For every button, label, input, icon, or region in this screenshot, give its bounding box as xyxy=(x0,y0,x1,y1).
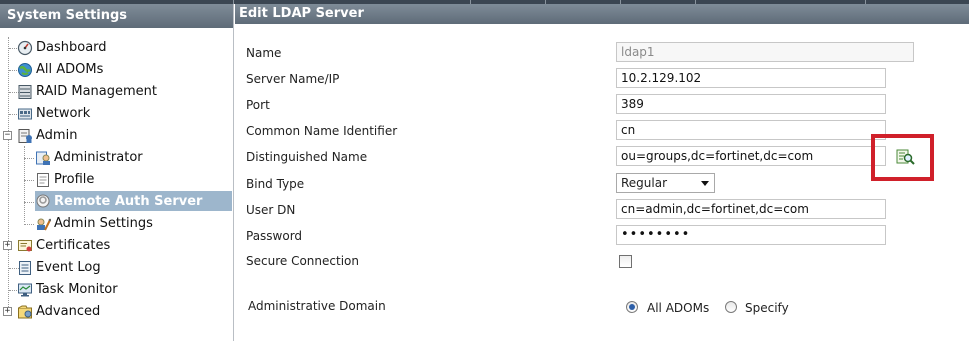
sidebar-item-administrator[interactable]: Administrator xyxy=(35,147,143,168)
sidebar-item-admin[interactable]: Admin xyxy=(17,125,77,146)
sidebar-item-all-adoms[interactable]: All ADOMs xyxy=(17,59,103,80)
event-log-icon xyxy=(17,260,33,276)
sidebar-item-label: Advanced xyxy=(36,304,101,319)
globe-icon xyxy=(17,62,33,78)
radio-specify-label: Specify xyxy=(745,301,789,315)
radio-all-adoms[interactable] xyxy=(626,301,638,313)
sidebar-item-label: Event Log xyxy=(36,260,101,275)
cn-identifier-field[interactable]: cn xyxy=(616,120,886,140)
sidebar-item-label: Dashboard xyxy=(36,40,107,55)
cn-identifier-label: Common Name Identifier xyxy=(246,124,398,138)
server-label: Server Name/IP xyxy=(246,72,340,86)
expand-certificates-toggle[interactable]: + xyxy=(3,241,12,250)
password-label: Password xyxy=(246,229,303,243)
page-title: Edit LDAP Server xyxy=(235,4,969,24)
network-icon xyxy=(17,106,33,122)
expand-advanced-toggle[interactable]: + xyxy=(3,307,12,316)
sidebar-item-label: All ADOMs xyxy=(36,62,104,77)
bind-type-value: Regular xyxy=(621,176,668,190)
sidebar-item-label: RAID Management xyxy=(36,84,158,99)
bind-type-select[interactable]: Regular xyxy=(616,173,715,193)
sidebar-item-advanced[interactable]: Advanced xyxy=(17,301,100,322)
browse-magnifier-icon xyxy=(896,148,916,169)
name-label: Name xyxy=(246,46,282,60)
password-field[interactable]: •••••••• xyxy=(616,225,886,245)
gauge-icon xyxy=(17,40,33,56)
administrator-icon xyxy=(35,150,51,166)
admin-icon xyxy=(17,128,33,144)
port-field[interactable]: 389 xyxy=(616,94,886,114)
sidebar-item-label: Task Monitor xyxy=(36,282,118,297)
name-field: ldap1 xyxy=(616,42,914,62)
sidebar-item-event-log[interactable]: Event Log xyxy=(17,257,101,278)
tree-line xyxy=(8,37,9,311)
server-name-ip-field[interactable]: 10.2.129.102 xyxy=(616,68,886,88)
sidebar-item-label: Remote Auth Server xyxy=(54,193,203,209)
collapse-admin-toggle[interactable]: − xyxy=(3,131,12,140)
sidebar-item-raid-management[interactable]: RAID Management xyxy=(17,81,157,102)
sidebar-item-label: Admin Settings xyxy=(54,216,153,231)
radio-specify[interactable] xyxy=(725,301,737,313)
sidebar-item-certificates[interactable]: Certificates xyxy=(17,235,110,256)
user-dn-field[interactable]: cn=admin,dc=fortinet,dc=com xyxy=(616,199,886,219)
admin-settings-icon xyxy=(35,216,51,232)
sidebar-item-admin-settings[interactable]: Admin Settings xyxy=(35,213,153,234)
raid-icon xyxy=(17,84,33,100)
advanced-icon xyxy=(17,304,33,320)
admin-domain-label: Administrative Domain xyxy=(248,299,386,313)
secure-connection-checkbox[interactable] xyxy=(619,255,632,268)
certificate-icon xyxy=(17,238,33,254)
edit-ldap-panel: Edit LDAP Server Name ldap1 Server Name/… xyxy=(235,4,969,341)
user-dn-label: User DN xyxy=(246,203,296,217)
bind-type-label: Bind Type xyxy=(246,177,305,191)
sidebar-item-label: Certificates xyxy=(36,238,111,253)
profile-icon xyxy=(35,172,51,188)
sidebar-title: System Settings xyxy=(0,4,233,28)
radio-all-adoms-label: All ADOMs xyxy=(647,301,710,315)
task-monitor-icon xyxy=(17,282,33,298)
chevron-down-icon xyxy=(701,181,709,186)
distinguished-name-label: Distinguished Name xyxy=(246,150,368,164)
sidebar-item-remote-auth-server[interactable]: Remote Auth Server xyxy=(35,191,232,211)
sidebar-item-label: Network xyxy=(36,106,91,121)
secure-connection-label: Secure Connection xyxy=(246,254,359,268)
distinguished-name-field[interactable]: ou=groups,dc=fortinet,dc=com xyxy=(616,146,886,166)
sidebar-item-label: Admin xyxy=(36,128,78,143)
auth-server-icon xyxy=(35,193,51,209)
tree-connector xyxy=(24,180,34,181)
tree-connector xyxy=(24,202,34,203)
sidebar-item-label: Profile xyxy=(54,172,95,187)
tree-connector xyxy=(24,224,34,225)
tree-connector xyxy=(24,158,34,159)
sidebar-item-dashboard[interactable]: Dashboard xyxy=(17,37,107,58)
sidebar-item-label: Administrator xyxy=(54,150,143,165)
browse-dn-button[interactable] xyxy=(895,148,917,168)
sidebar-item-task-monitor[interactable]: Task Monitor xyxy=(17,279,118,300)
sidebar: System Settings − + + Dashboard All ADOM… xyxy=(0,4,234,341)
sidebar-item-profile[interactable]: Profile xyxy=(35,169,94,190)
sidebar-item-network[interactable]: Network xyxy=(17,103,90,124)
port-label: Port xyxy=(246,98,270,112)
